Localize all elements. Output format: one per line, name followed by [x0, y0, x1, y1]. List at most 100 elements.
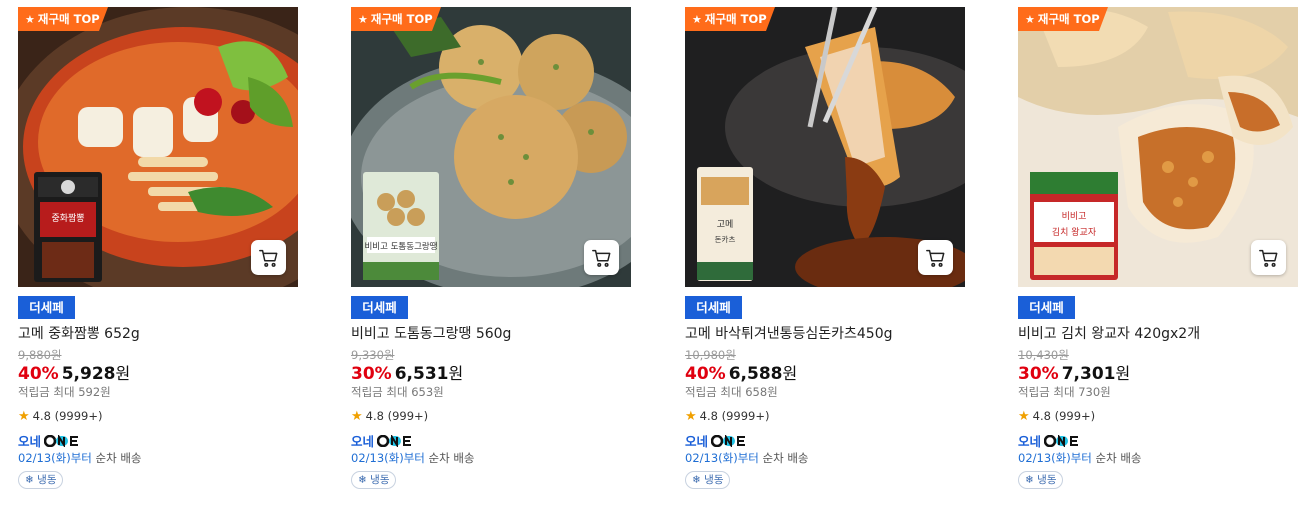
product-card[interactable]: 비비고 김치 왕교자 ★ 재구매 TOP 더세페 비비고 김치 왕교자 420gx…: [1018, 7, 1298, 489]
star-icon: ★: [18, 409, 30, 424]
svg-text:더세페: 더세페: [29, 300, 64, 315]
storage-tag: ❄ 냉동: [351, 471, 397, 489]
rating: ★ 4.8 (999+): [1018, 409, 1298, 424]
sale-price: 7,301: [1061, 364, 1116, 384]
rating: ★ 4.8 (999+): [351, 409, 631, 424]
product-title[interactable]: 고메 바삭튀겨낸통등심돈카츠450g: [685, 325, 965, 343]
star-icon: ★: [685, 409, 697, 424]
svg-text:더세페: 더세페: [696, 300, 731, 315]
reward-points: 적립금 최대 658원: [685, 385, 778, 399]
o-one-logo-icon: [44, 434, 79, 447]
svg-text:중화짬뽕: 중화짬뽕: [51, 213, 84, 224]
price-row: 40% 6,588원: [685, 363, 965, 385]
add-to-cart-button[interactable]: [251, 240, 286, 275]
product-title[interactable]: 고메 중화짬뽕 652g: [18, 325, 298, 343]
snowflake-icon: ❄: [692, 474, 701, 486]
price-row: 30% 6,531원: [351, 363, 631, 385]
product-image[interactable]: 비비고 김치 왕교자 ★ 재구매 TOP: [1018, 7, 1298, 287]
review-count: (9999+): [54, 409, 103, 423]
rating-value: 4.8: [365, 409, 384, 423]
sale-price: 6,588: [728, 364, 783, 384]
delivery-service: 오네: [18, 433, 298, 449]
cart-icon: [591, 249, 610, 267]
delivery-note: 순차 배송: [1091, 451, 1142, 465]
o-one-logo-icon: [711, 434, 746, 447]
original-price: 9,330원: [351, 348, 395, 362]
delivery-schedule: 02/13(화)부터 순차 배송: [1018, 451, 1298, 466]
discount-rate: 40%: [685, 364, 726, 384]
delivery-note: 순차 배송: [424, 451, 475, 465]
svg-text:돈카츠: 돈카츠: [715, 235, 736, 244]
snowflake-icon: ❄: [1025, 474, 1034, 486]
add-to-cart-button[interactable]: [1251, 240, 1286, 275]
delivery-schedule: 02/13(화)부터 순차 배송: [351, 451, 631, 466]
cart-icon: [258, 249, 277, 267]
sale-price: 5,928: [61, 364, 116, 384]
star-icon: ★: [692, 13, 702, 26]
delivery-service: 오네: [685, 433, 965, 449]
rating-value: 4.8: [1032, 409, 1051, 423]
original-price: 9,880원: [18, 348, 62, 362]
delivery-schedule: 02/13(화)부터 순차 배송: [18, 451, 298, 466]
svg-text:더세페: 더세페: [362, 300, 397, 315]
star-icon: ★: [351, 409, 363, 424]
price-row: 30% 7,301원: [1018, 363, 1298, 385]
add-to-cart-button[interactable]: [584, 240, 619, 275]
delivery-note: 순차 배송: [91, 451, 142, 465]
o-one-logo-icon: [1044, 434, 1079, 447]
delivery-schedule: 02/13(화)부터 순차 배송: [685, 451, 965, 466]
discount-rate: 30%: [351, 364, 392, 384]
star-icon: ★: [1018, 409, 1030, 424]
product-card[interactable]: 고메 돈카츠 ★ 재구매 TOP 더세페 고메 바삭튀겨낸통등심돈카츠450g 1…: [685, 7, 965, 489]
delivery-service-label: 오네: [351, 434, 375, 449]
price-unit: 원: [782, 364, 798, 383]
add-to-cart-button[interactable]: [918, 240, 953, 275]
storage-tag: ❄ 냉동: [1018, 471, 1064, 489]
storage-tag: ❄ 냉동: [18, 471, 64, 489]
repurchase-top-badge: ★ 재구매 TOP: [18, 7, 108, 31]
product-image[interactable]: 비비고 도톰동그랑땡 ★ 재구매 TOP: [351, 7, 631, 287]
star-icon: ★: [1025, 13, 1035, 26]
star-icon: ★: [25, 13, 35, 26]
rating: ★ 4.8 (9999+): [685, 409, 965, 424]
delivery-date: 02/13(화)부터: [685, 451, 759, 465]
repurchase-top-badge: ★ 재구매 TOP: [351, 7, 441, 31]
brand-logo: 더세페: [18, 296, 75, 319]
discount-rate: 40%: [18, 364, 59, 384]
price-unit: 원: [115, 364, 131, 383]
sale-price: 6,531: [394, 364, 449, 384]
delivery-service-label: 오네: [1018, 434, 1042, 449]
delivery-date: 02/13(화)부터: [18, 451, 92, 465]
cart-icon: [1258, 249, 1277, 267]
delivery-service: 오네: [351, 433, 631, 449]
product-title[interactable]: 비비고 도톰동그랑땡 560g: [351, 325, 631, 343]
product-title[interactable]: 비비고 김치 왕교자 420gx2개: [1018, 325, 1298, 343]
price-unit: 원: [448, 364, 464, 383]
storage-tag: ❄ 냉동: [685, 471, 731, 489]
product-image[interactable]: 고메 돈카츠 ★ 재구매 TOP: [685, 7, 965, 287]
repurchase-top-badge: ★ 재구매 TOP: [685, 7, 775, 31]
rating-value: 4.8: [699, 409, 718, 423]
o-one-logo-icon: [377, 434, 412, 447]
reward-points: 적립금 최대 592원: [18, 385, 111, 399]
price-unit: 원: [1115, 364, 1131, 383]
price-row: 40% 5,928원: [18, 363, 298, 385]
repurchase-top-badge: ★ 재구매 TOP: [1018, 7, 1108, 31]
brand-logo: 더세페: [351, 296, 408, 319]
product-card[interactable]: 비비고 도톰동그랑땡 ★ 재구매 TOP 더세페 비비고 도톰동그랑땡 560g …: [351, 7, 631, 489]
snowflake-icon: ❄: [25, 474, 34, 486]
delivery-date: 02/13(화)부터: [351, 451, 425, 465]
delivery-service-label: 오네: [685, 434, 709, 449]
svg-text:비비고: 비비고: [1062, 211, 1087, 222]
discount-rate: 30%: [1018, 364, 1059, 384]
original-price: 10,430원: [1018, 348, 1069, 362]
delivery-service-label: 오네: [18, 434, 42, 449]
product-image[interactable]: 중화짬뽕 ★ 재구매 TOP: [18, 7, 298, 287]
product-card[interactable]: 중화짬뽕 ★ 재구매 TOP 더세페 고메 중화짬뽕 652g 9,880원 40…: [18, 7, 298, 489]
rating: ★ 4.8 (9999+): [18, 409, 298, 424]
reward-points: 적립금 최대 653원: [351, 385, 444, 399]
star-icon: ★: [358, 13, 368, 26]
delivery-service: 오네: [1018, 433, 1298, 449]
rating-value: 4.8: [32, 409, 51, 423]
cart-icon: [925, 249, 944, 267]
